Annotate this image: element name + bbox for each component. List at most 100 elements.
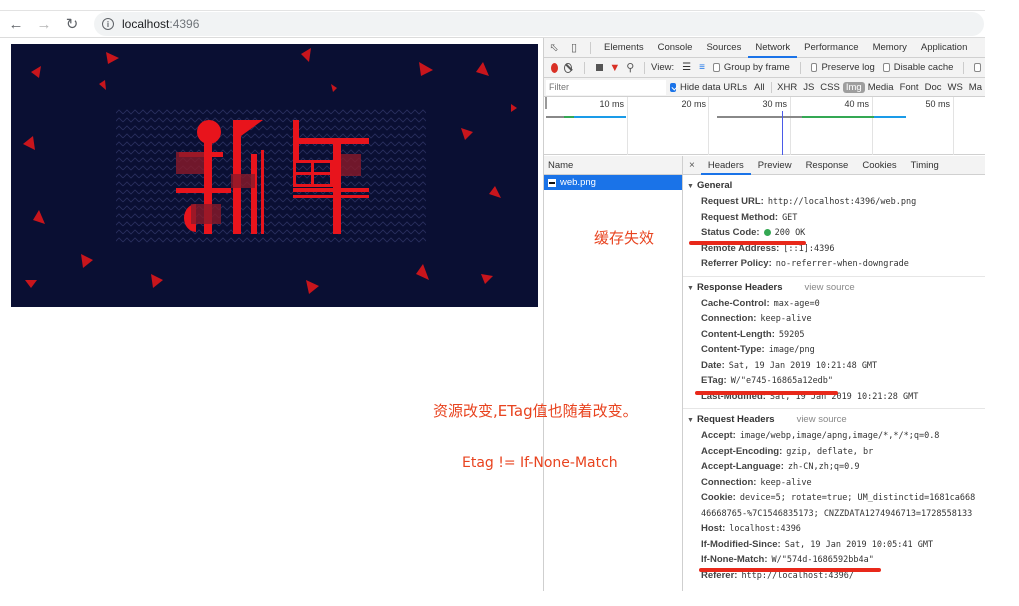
tab-network[interactable]: Network	[748, 38, 798, 58]
record-icon[interactable]	[551, 62, 559, 73]
divider	[770, 81, 772, 93]
header-key: Host:	[701, 523, 726, 534]
header-key: If-None-Match:	[701, 554, 768, 565]
search-icon[interactable]: ⚲	[626, 61, 634, 74]
preserve-log-checkbox[interactable]	[810, 63, 818, 72]
general-section-header[interactable]: ▼ General	[683, 178, 985, 194]
tab-sources[interactable]: Sources	[699, 38, 748, 58]
filter-type-all[interactable]: All	[751, 82, 768, 93]
request-name: web.png	[560, 177, 596, 188]
header-row-if-none-match: If-None-Match: W/"574d-1686592bb4a"	[683, 552, 985, 568]
disable-cache-checkbox[interactable]	[882, 63, 890, 72]
offline-checkbox[interactable]	[974, 63, 982, 72]
waterfall-icon[interactable]: ≡	[699, 62, 705, 73]
clear-icon[interactable]	[564, 62, 572, 73]
divider	[590, 41, 591, 54]
forward-button[interactable]: →	[32, 12, 56, 36]
header-value: zh-CN,zh;q=0.9	[787, 462, 860, 472]
zigzag-pattern	[116, 109, 426, 244]
header-row: Content-Type: image/png	[683, 342, 985, 358]
header-key: Status Code:	[701, 227, 760, 238]
timeline-bar-ttfb	[564, 116, 574, 118]
tab-timing[interactable]: Timing	[904, 156, 946, 175]
timeline-bar-waiting	[717, 116, 802, 118]
close-icon[interactable]: ×	[683, 160, 701, 171]
tab-memory[interactable]: Memory	[866, 38, 914, 58]
tab-performance[interactable]: Performance	[797, 38, 865, 58]
request-row[interactable]: web.png	[544, 175, 682, 190]
filter-type-font[interactable]: Font	[897, 82, 922, 93]
filter-type-img[interactable]: Img	[842, 81, 865, 93]
tab-response[interactable]: Response	[799, 156, 856, 175]
tab-console[interactable]: Console	[651, 38, 700, 58]
back-button[interactable]: ←	[4, 12, 28, 36]
devtools-panel: ⬁ ▯ Elements Console Sources Network Per…	[543, 38, 985, 591]
filter-type-css[interactable]: CSS	[817, 82, 843, 93]
view-source-link[interactable]: view source	[804, 282, 854, 293]
header-value: image/webp,image/apng,image/*,*/*;q=0.8	[739, 431, 940, 441]
header-row: Host: localhost:4396	[683, 521, 985, 537]
header-value: no-referrer-when-downgrade	[775, 259, 909, 269]
tab-headers[interactable]: Headers	[700, 156, 751, 175]
header-key: Connection:	[701, 476, 757, 488]
tick-label: 20 ms	[681, 99, 706, 109]
large-rows-icon[interactable]: ☰	[682, 62, 691, 73]
divider	[644, 61, 646, 74]
filter-type-js[interactable]: JS	[800, 82, 817, 93]
header-row: Accept: image/webp,image/apng,image/*,*/*…	[683, 428, 985, 444]
reload-icon: ↻	[65, 16, 79, 33]
header-row: Connection: keep-alive	[683, 311, 985, 327]
header-row: Content-Length: 59205	[683, 327, 985, 343]
header-value: W/"e745-16865a12edb"	[730, 376, 834, 386]
preserve-log-label: Preserve log	[821, 62, 875, 73]
header-value: http://localhost:4396/web.png	[767, 197, 917, 207]
hide-data-urls-checkbox[interactable]	[670, 82, 676, 92]
header-value: W/"574d-1686592bb4a"	[771, 555, 874, 565]
filter-type-xhr[interactable]: XHR	[774, 82, 800, 93]
filter-funnel-icon[interactable]: ▼	[609, 62, 620, 74]
address-bar[interactable]: i localhost:4396	[94, 12, 984, 36]
inspect-element-icon[interactable]: ⬁	[544, 38, 564, 58]
header-row: Referrer Policy: no-referrer-when-downgra…	[683, 256, 985, 272]
tick-label: 40 ms	[844, 99, 869, 109]
header-key: Accept-Language:	[701, 461, 784, 472]
divider	[963, 61, 965, 74]
collapse-triangle-icon: ▼	[687, 183, 694, 190]
timeline-start-marker	[545, 97, 547, 109]
device-toolbar-icon[interactable]: ▯	[564, 38, 584, 58]
filter-type-ws[interactable]: WS	[944, 82, 965, 93]
tab-preview[interactable]: Preview	[751, 156, 799, 175]
filter-input[interactable]	[546, 79, 666, 95]
tab-elements[interactable]: Elements	[597, 38, 651, 58]
filter-type-media[interactable]: Media	[865, 82, 897, 93]
header-row-etag: ETag: W/"e745-16865a12edb"	[683, 373, 985, 389]
reload-button[interactable]: ↻	[60, 12, 84, 36]
url-port: :4396	[169, 17, 200, 31]
network-overview-timeline[interactable]: 10 ms 20 ms 30 ms 40 ms 50 ms	[544, 97, 985, 155]
filter-type-manifest[interactable]: Ma	[966, 82, 985, 93]
group-by-frame-checkbox[interactable]	[712, 63, 720, 72]
header-value: 59205	[778, 329, 805, 340]
tick-label: 30 ms	[762, 99, 787, 109]
view-source-link[interactable]: view source	[797, 414, 847, 425]
group-by-frame-label: Group by frame	[723, 62, 790, 73]
header-value: max-age=0	[773, 298, 820, 309]
response-headers-header[interactable]: ▼ Response Headers view source	[683, 280, 985, 296]
filter-type-doc[interactable]: Doc	[922, 82, 945, 93]
header-value: Sat, 19 Jan 2019 10:05:41 GMT	[784, 539, 934, 550]
tab-application[interactable]: Application	[914, 38, 974, 58]
request-headers-header[interactable]: ▼ Request Headers view source	[683, 412, 985, 428]
timeline-gridline	[872, 97, 873, 155]
header-value: 46668765-%7C1546835173; CNZZDATA12749467…	[701, 508, 973, 519]
screenshot-camera-icon[interactable]	[596, 64, 604, 71]
column-header-name[interactable]: Name	[544, 156, 682, 175]
arrow-right-icon: →	[36, 15, 52, 33]
info-icon[interactable]: i	[102, 18, 114, 30]
tab-cookies[interactable]: Cookies	[855, 156, 903, 175]
annotation-cache-invalid: 缓存失效	[594, 229, 655, 247]
header-key: Request URL:	[701, 196, 764, 207]
network-toolbar: ▼ ⚲ View: ☰ ≡ Group by frame Preserve lo…	[544, 58, 985, 78]
header-key: Cookie:	[701, 492, 736, 503]
header-value: localhost:4396	[729, 524, 801, 534]
header-row: If-Modified-Since: Sat, 19 Jan 2019 10:05…	[683, 537, 985, 553]
